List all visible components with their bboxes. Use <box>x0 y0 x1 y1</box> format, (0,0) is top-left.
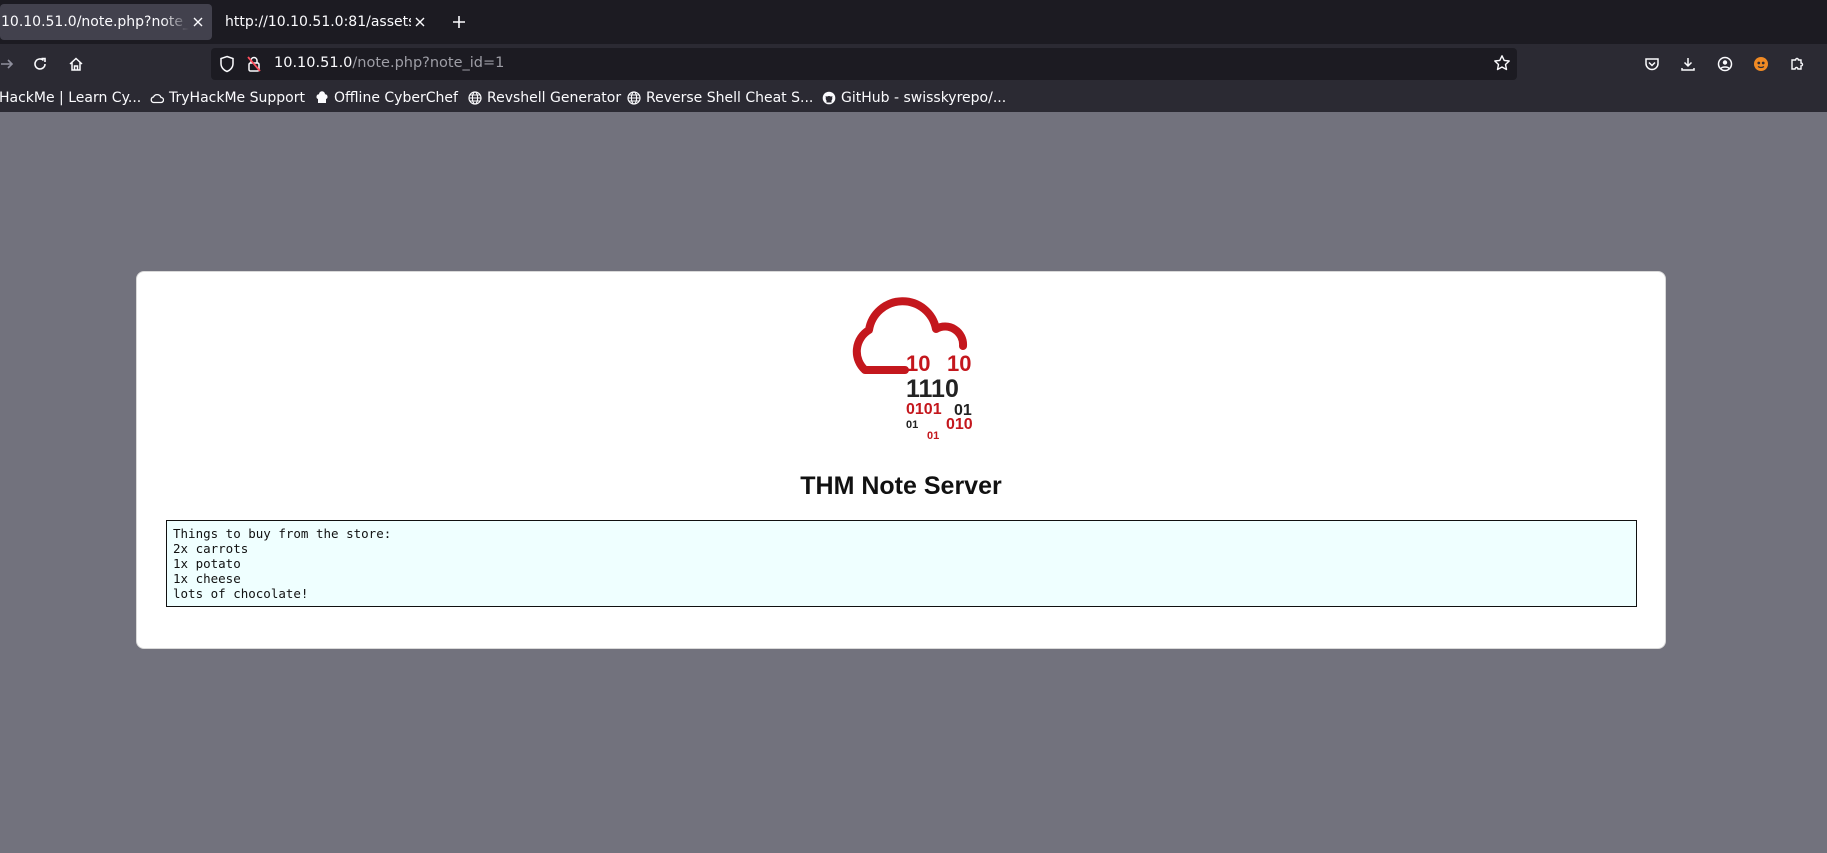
extension-icon <box>1754 57 1768 71</box>
reload-icon <box>34 57 46 70</box>
account-icon <box>1717 56 1733 72</box>
bookmark-label: TryHackMe Support <box>169 90 305 106</box>
logo-digits: 10 <box>906 351 930 376</box>
github-icon <box>822 91 836 105</box>
bookmark-github-swisskyrepo[interactable]: GitHub - swisskyrepo/... <box>822 88 1006 108</box>
logo-digits: 1110 <box>906 375 959 403</box>
bookmark-hackme[interactable]: HackMe | Learn Cy... <box>0 88 141 108</box>
downloads-button[interactable] <box>1677 53 1699 75</box>
logo-digits: 0101 <box>906 401 942 418</box>
home-icon <box>69 57 83 71</box>
note-line: lots of chocolate! <box>173 586 309 601</box>
note-content: Things to buy from the store: 2x carrots… <box>166 520 1637 607</box>
globe-icon <box>468 91 482 105</box>
bookmark-tryhackme-support[interactable]: TryHackMe Support <box>150 88 305 108</box>
note-line: 2x carrots <box>173 541 249 556</box>
plus-icon <box>453 16 465 28</box>
logo-digits: 01 <box>927 430 939 442</box>
close-icon[interactable] <box>411 13 429 31</box>
bookmark-star-icon[interactable] <box>1493 54 1511 76</box>
tab-note[interactable]: 10.10.51.0/note.php?note_id=1 <box>0 4 212 40</box>
new-tab-button[interactable] <box>449 12 469 32</box>
reload-button[interactable] <box>29 53 51 75</box>
tab-strip: 10.10.51.0/note.php?note_id=1 http://10.… <box>0 0 1827 44</box>
bookmark-revshell-generator[interactable]: Revshell Generator <box>468 88 621 108</box>
bookmarks-toolbar: HackMe | Learn Cy... TryHackMe Support O… <box>0 84 1827 112</box>
navigation-toolbar: 10.10.51.0/note.php?note_id=1 <box>0 44 1827 84</box>
note-line: 1x potato <box>173 556 241 571</box>
cloud-icon <box>150 91 164 105</box>
logo-digits: 010 <box>946 416 973 433</box>
bookmark-offline-cyberchef[interactable]: Offline CyberChef <box>315 88 458 108</box>
chef-icon <box>315 91 329 105</box>
pocket-button[interactable] <box>1641 53 1663 75</box>
bookmark-reverse-shell-cheat-sheet[interactable]: Reverse Shell Cheat S... <box>627 88 813 108</box>
cloud-binary-logo-icon: 10 10 1110 0101 01 01 010 01 <box>852 297 973 442</box>
close-icon[interactable] <box>189 13 207 31</box>
download-icon <box>1681 58 1695 71</box>
bookmark-label: GitHub - swisskyrepo/... <box>841 90 1007 106</box>
page-title: THM Note Server <box>800 472 1002 500</box>
extension-button[interactable] <box>1750 53 1772 75</box>
account-button[interactable] <box>1714 53 1736 75</box>
bookmark-label: Offline CyberChef <box>334 90 458 106</box>
note-line: Things to buy from the store: <box>173 526 392 541</box>
bookmark-label: Revshell Generator <box>487 90 622 106</box>
pocket-icon <box>1645 58 1659 71</box>
shield-icon[interactable] <box>219 55 235 77</box>
globe-icon <box>627 91 641 105</box>
arrow-right-icon <box>1 59 14 69</box>
insecure-lock-icon[interactable] <box>246 55 262 77</box>
forward-button[interactable] <box>0 53 18 75</box>
note-line: 1x cheese <box>173 571 241 586</box>
url-text[interactable]: 10.10.51.0/note.php?note_id=1 <box>274 55 504 71</box>
tab-title: 10.10.51.0/note.php?note_id=1 <box>1 14 189 30</box>
puzzle-icon <box>1791 57 1804 70</box>
extensions-menu-button[interactable] <box>1786 53 1808 75</box>
url-host: 10.10.51.0 <box>274 55 353 71</box>
tab-assets[interactable]: http://10.10.51.0:81/assets/ <box>215 4 435 40</box>
logo-digits: 10 <box>947 351 971 376</box>
home-button[interactable] <box>65 53 87 75</box>
bookmark-label: HackMe | Learn Cy... <box>0 90 142 106</box>
address-bar[interactable]: 10.10.51.0/note.php?note_id=1 <box>211 48 1517 80</box>
logo-digits: 01 <box>906 419 918 431</box>
tab-title: http://10.10.51.0:81/assets/ <box>225 14 411 30</box>
url-path: /note.php?note_id=1 <box>352 55 505 71</box>
note-card: 10 10 1110 0101 01 01 010 01 THM Note Se… <box>136 271 1666 649</box>
bookmark-label: Reverse Shell Cheat S... <box>646 90 814 106</box>
